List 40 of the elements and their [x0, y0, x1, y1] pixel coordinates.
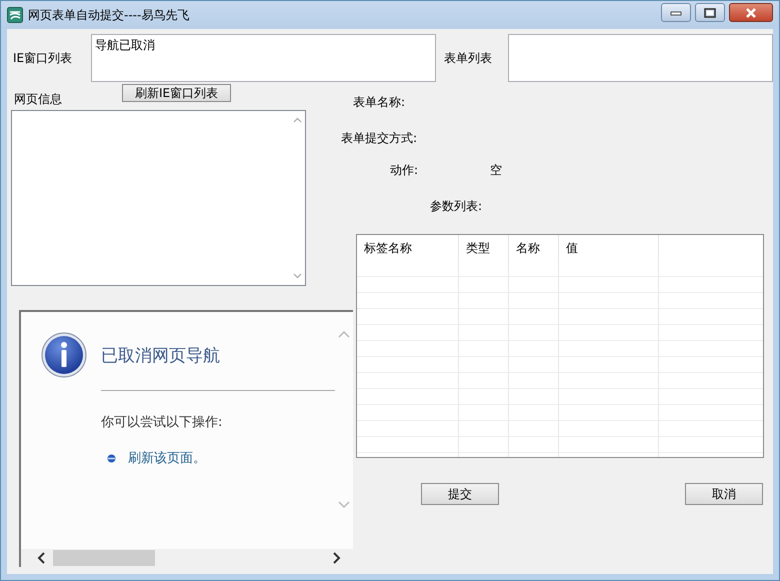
maximize-button[interactable] — [695, 3, 725, 22]
column-header[interactable]: 标签名称 — [357, 235, 459, 261]
field-value: 空 — [490, 162, 502, 178]
field-label: 动作: — [390, 162, 418, 178]
app-icon — [7, 7, 23, 23]
field-label: 表单名称: — [353, 94, 406, 110]
field-label: 网页信息 — [13, 90, 63, 108]
column-header[interactable]: 类型 — [459, 235, 509, 261]
parameter-table[interactable]: 标签名称 类型 名称 值 — [356, 234, 764, 458]
list-item[interactable]: 导航已取消 — [95, 37, 432, 54]
scroll-down-icon[interactable] — [292, 273, 302, 279]
field-label: 表单提交方式: — [341, 130, 418, 146]
bullet-icon — [107, 454, 116, 462]
close-button[interactable] — [729, 3, 773, 22]
field-label: 参数列表: — [430, 198, 482, 214]
cancel-button[interactable]: 取消 — [685, 483, 763, 505]
scroll-left-icon[interactable] — [37, 552, 45, 564]
field-label: IE窗口列表 — [12, 50, 74, 66]
error-heading: 已取消网页导航 — [101, 344, 220, 366]
field-label: 表单列表 — [444, 50, 493, 66]
info-icon — [41, 332, 87, 378]
scrollbar-thumb[interactable] — [53, 550, 155, 566]
minimize-button[interactable] — [661, 3, 691, 22]
scroll-down-icon[interactable] — [338, 501, 350, 509]
column-header[interactable]: 值 — [559, 235, 659, 261]
scroll-up-icon[interactable] — [338, 330, 350, 338]
column-header[interactable]: 名称 — [509, 235, 559, 261]
submit-button[interactable]: 提交 — [421, 483, 499, 505]
scroll-right-icon[interactable] — [333, 552, 341, 564]
ie-window-list[interactable]: 导航已取消 — [91, 34, 436, 82]
page-info-field[interactable] — [11, 110, 306, 286]
minimize-icon — [670, 8, 682, 16]
window-title: 网页表单自动提交----易鸟先飞 — [28, 6, 190, 24]
suggestion-text: 你可以尝试以下操作: — [101, 414, 224, 431]
refresh-button[interactable]: 刷新IE窗口列表 — [122, 84, 231, 102]
maximize-icon — [704, 8, 716, 18]
scroll-up-icon[interactable] — [292, 117, 302, 123]
refresh-link[interactable]: 刷新该页面。 — [128, 449, 206, 467]
form-list[interactable] — [508, 34, 773, 82]
close-icon — [744, 8, 758, 18]
